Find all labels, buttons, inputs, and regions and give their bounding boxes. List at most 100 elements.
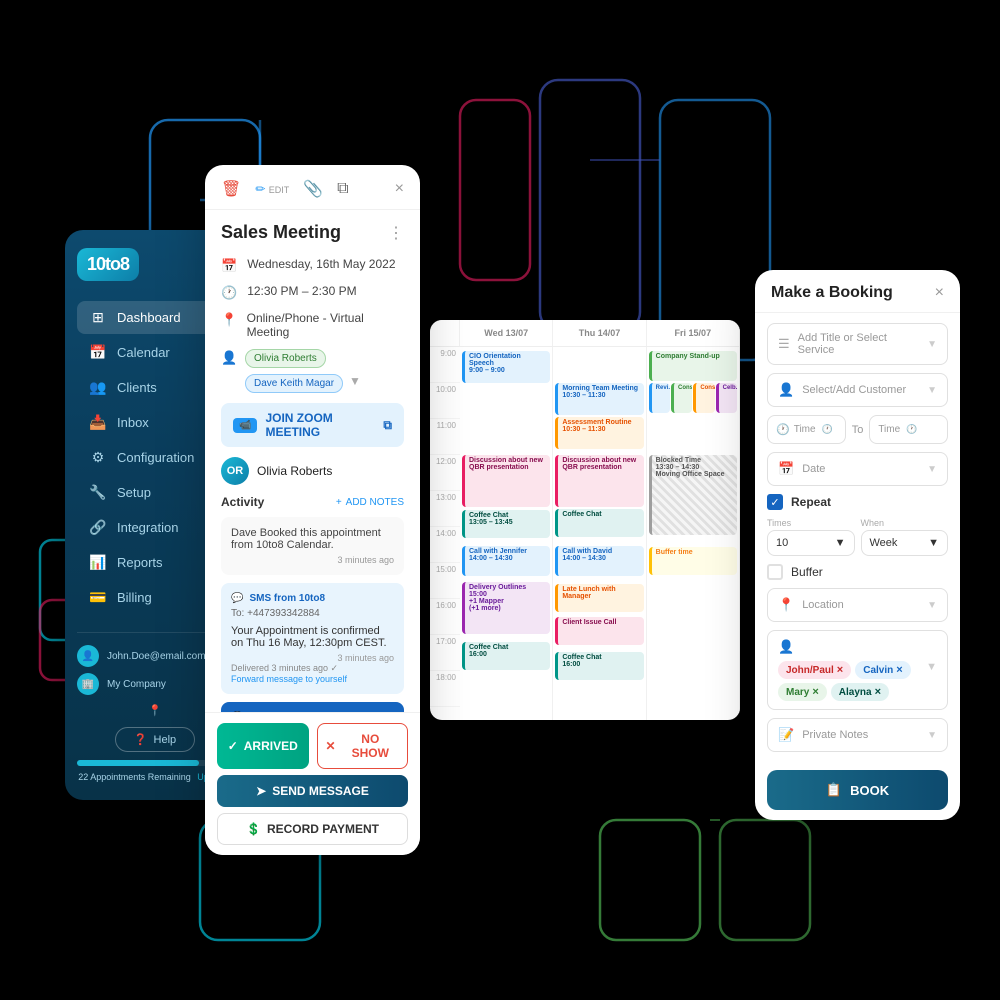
repeat-checkbox[interactable]: ✓	[767, 494, 783, 510]
cal-event[interactable]: Buffer time	[649, 547, 737, 575]
cal-event[interactable]: Cons...	[693, 383, 714, 413]
noshow-button[interactable]: ✕ NO SHOW	[317, 723, 409, 769]
dashboard-icon: ⊞	[89, 309, 107, 326]
booking-title: Make a Booking	[771, 284, 893, 302]
clock-icon: 🕐	[221, 285, 237, 301]
booking-modal: Make a Booking × ☰ Add Title or Select S…	[755, 270, 960, 820]
cal-event[interactable]: Cons...	[671, 383, 692, 413]
logo-text: 10to8	[87, 254, 129, 274]
user-email: John.Doe@email.com	[107, 651, 206, 662]
record-payment-button[interactable]: 💲 RECORD PAYMENT	[217, 813, 408, 845]
cal-event[interactable]: Blocked Time13:30 – 14:30Moving Office S…	[649, 455, 737, 535]
cal-event[interactable]: Company Stand-up	[649, 351, 737, 381]
remove-chip-mary[interactable]: ×	[812, 686, 818, 698]
time-17: 17:00	[430, 635, 460, 671]
billing-icon: 💳	[89, 589, 107, 606]
when-select[interactable]: Week ▼	[861, 530, 949, 556]
buffer-checkbox[interactable]	[767, 564, 783, 580]
booking-footer: 📋 BOOK	[755, 760, 960, 820]
appointment-close-button[interactable]: ×	[395, 180, 404, 198]
service-icon: ☰	[778, 336, 790, 352]
arrived-button[interactable]: ✓ ARRIVED	[217, 723, 309, 769]
notes-field[interactable]: 📝 Private Notes ▼	[767, 718, 948, 752]
cal-event[interactable]: Coffee Chat16:00	[462, 642, 550, 670]
time-to-field[interactable]: Time 🕐	[869, 415, 948, 444]
sidebar-item-label: Configuration	[117, 450, 194, 465]
times-select[interactable]: 10 ▼	[767, 530, 855, 556]
time-16: 16:00	[430, 599, 460, 635]
times-arrow-icon: ▼	[835, 537, 846, 549]
cal-day-fri: Company Stand-up Revi... Cons... Cons...…	[647, 347, 740, 720]
calendar-icon: 📅	[89, 344, 107, 361]
calendar-detail-icon: 📅	[221, 258, 237, 274]
zoom-button[interactable]: 📹 JOIN ZOOM MEETING ⧉	[221, 403, 404, 447]
location-arrow-icon: ▼	[927, 600, 937, 611]
cal-event[interactable]: Call with Jennifer14:00 – 14:30	[462, 546, 550, 576]
add-notes-button[interactable]: + ADD NOTES	[336, 497, 404, 508]
remove-chip-calvin[interactable]: ×	[896, 664, 902, 676]
appointment-menu-button[interactable]: ⋮	[388, 223, 404, 243]
cal-event[interactable]: Late Lunch with Manager	[555, 584, 643, 612]
cal-event[interactable]: Revi...	[649, 383, 670, 413]
cal-event[interactable]: Client Issue Call	[555, 617, 643, 645]
date-field[interactable]: 📅 Date ▼	[767, 452, 948, 486]
customer-field[interactable]: 👤 Select/Add Customer ▼	[767, 373, 948, 407]
time-from-field[interactable]: 🕐 Time 🕐	[767, 415, 846, 444]
appointment-footer: ✓ ARRIVED ✕ NO SHOW ➤ SEND MESSAGE 💲 REC…	[205, 712, 420, 855]
help-label: Help	[154, 734, 177, 746]
cal-event[interactable]: CIO Orientation Speech9:00 – 9:00	[462, 351, 550, 383]
delete-icon[interactable]: 🗑	[221, 179, 241, 199]
sidebar-item-label: Reports	[117, 555, 163, 570]
location-field[interactable]: 📍 Location ▼	[767, 588, 948, 622]
staff-icon: 👤	[778, 639, 794, 655]
times-select-wrapper: Times 10 ▼	[767, 518, 855, 556]
cal-event[interactable]: Delivery Outlines15:00+1 Mapper(+1 more)	[462, 582, 550, 634]
time-12: 12:00	[430, 455, 460, 491]
repeat-row: ✓ Repeat	[767, 494, 948, 510]
attendee-tags: Olivia Roberts Dave Keith Magar ▼	[245, 349, 404, 393]
location-field-icon: 📍	[778, 597, 794, 613]
cal-day-header-2: Fri 15/07	[647, 320, 740, 346]
cal-event[interactable]: Discussion about new QBR presentation	[555, 455, 643, 507]
staff-chip-mary: Mary ×	[778, 683, 827, 701]
zoom-copy-icon[interactable]: ⧉	[383, 418, 392, 433]
status-buttons-row: ✓ ARRIVED ✕ NO SHOW	[217, 723, 408, 769]
cal-event[interactable]: Call with David14:00 – 14:30	[555, 546, 643, 576]
remove-chip-alayna[interactable]: ×	[875, 686, 881, 698]
check-icon: ✓	[228, 739, 238, 753]
forward-button[interactable]: Forward message to yourself	[231, 674, 394, 684]
send-message-button[interactable]: ➤ SEND MESSAGE	[217, 775, 408, 807]
remove-chip-john[interactable]: ×	[837, 664, 843, 676]
cal-event[interactable]: Discussion about new QBR presentation	[462, 455, 550, 507]
book-button[interactable]: 📋 BOOK	[767, 770, 948, 810]
cal-event[interactable]: Coffee Chat16:00	[555, 652, 643, 680]
notes-arrow-icon: ▼	[927, 730, 937, 741]
edit-icon[interactable]: ✏ EDIT	[255, 182, 289, 196]
service-field[interactable]: ☰ Add Title or Select Service ▼	[767, 323, 948, 365]
cal-event[interactable]: Celb...	[716, 383, 737, 413]
logo: 10to8	[77, 248, 139, 281]
clients-icon: 👥	[89, 379, 107, 396]
sidebar-item-label: Inbox	[117, 415, 149, 430]
cal-event[interactable]: Morning Team Meeting10:30 – 11:30	[555, 383, 643, 415]
attach-icon[interactable]: 📎	[303, 179, 323, 199]
attendees-expand[interactable]: ▼	[349, 374, 361, 393]
booking-close-button[interactable]: ×	[935, 284, 944, 302]
multi-events: Revi... Cons... Cons... Celb...	[649, 383, 737, 413]
appointment-attendees: 👤 Olivia Roberts Dave Keith Magar ▼	[221, 349, 404, 393]
staff-chips-row2: Mary × Alayna ×	[778, 683, 937, 701]
location-icon: 📍	[221, 312, 237, 328]
sidebar-item-label: Calendar	[117, 345, 170, 360]
cal-event[interactable]: Coffee Chat	[555, 509, 643, 537]
repeat-options: Times 10 ▼ When Week ▼	[767, 518, 948, 556]
cal-day-header-0: Wed 13/07	[460, 320, 553, 346]
location-pin-icon: 📍	[148, 705, 162, 717]
cal-event[interactable]: Assessment Routine10:30 – 11:30	[555, 417, 643, 449]
send-icon: ➤	[256, 784, 266, 798]
clock-from-icon2: 🕐	[822, 424, 833, 435]
setup-icon: 🔧	[89, 484, 107, 501]
help-button[interactable]: ❓ Help	[115, 727, 195, 752]
cal-event[interactable]: Coffee Chat13:05 – 13:45	[462, 510, 550, 538]
activity-card-1: Dave Booked this appointment from 10to8 …	[221, 517, 404, 575]
copy-icon[interactable]: ⧉	[337, 180, 348, 198]
